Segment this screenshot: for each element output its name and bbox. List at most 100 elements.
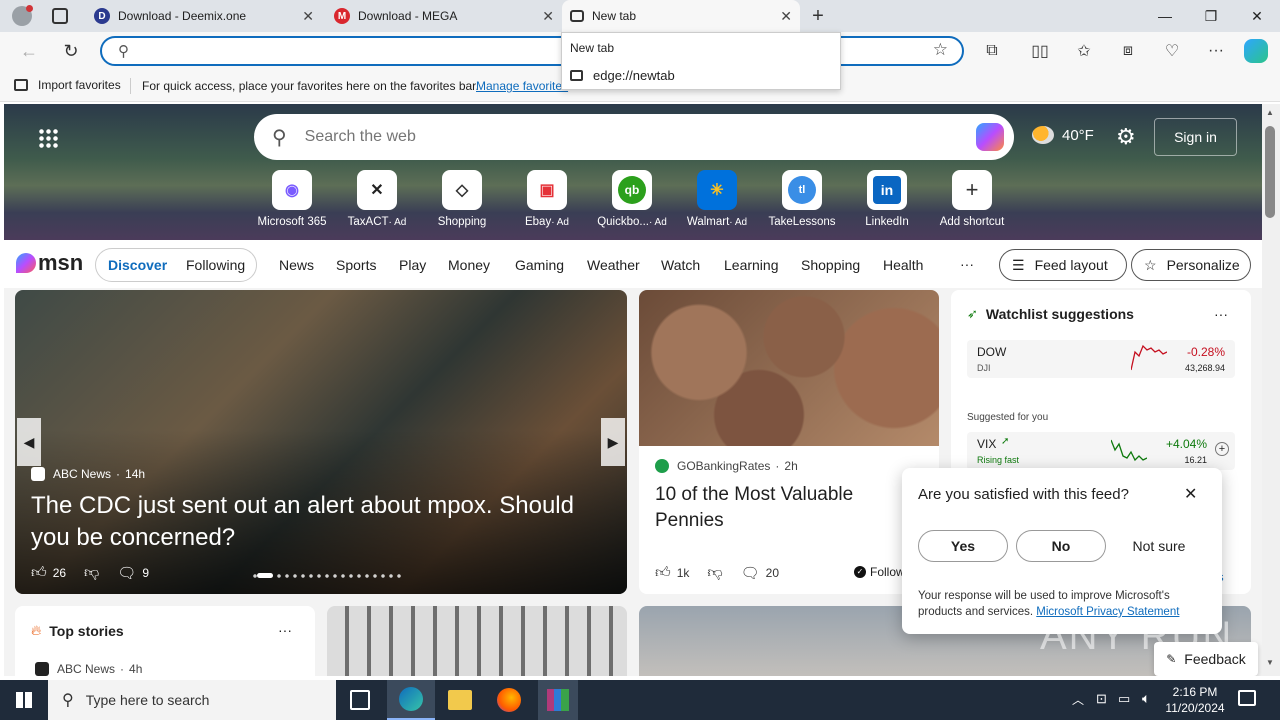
suggestion-item[interactable]: edge://newtab (562, 63, 840, 87)
network-icon[interactable]: ⊡ (1096, 691, 1107, 707)
show-hidden-icons[interactable]: ︿ (1072, 691, 1084, 708)
settings-more-icon[interactable]: ··· (1202, 38, 1230, 64)
close-tab-icon[interactable]: ✕ (302, 8, 314, 25)
clock[interactable]: 2:16 PM 11/20/2024 (1164, 684, 1226, 716)
nav-learning[interactable]: Learning (724, 257, 779, 273)
story-source[interactable]: ABC News · 14h (31, 467, 145, 481)
page-scrollbar[interactable]: ▲ ▼ (1262, 104, 1280, 676)
story-source[interactable]: ABC News · 4h (35, 662, 142, 676)
nav-sports[interactable]: Sports (336, 257, 376, 273)
shortcut-microsoft365[interactable]: ◉ Microsoft 365 (252, 170, 332, 228)
apps-grid-icon[interactable] (38, 128, 58, 148)
close-window-button[interactable]: ✕ (1234, 0, 1280, 32)
carousel-dots[interactable] (251, 574, 401, 578)
survey-no-button[interactable]: No (1016, 530, 1106, 562)
scroll-down-arrow[interactable]: ▼ (1266, 658, 1274, 667)
comment-icon[interactable]: 🗨︎ (117, 564, 136, 582)
scroll-up-arrow[interactable]: ▲ (1266, 108, 1274, 117)
collections-icon[interactable]: ⧈ (1114, 38, 1142, 64)
like-icon[interactable]: 👍︎ (31, 564, 47, 582)
firefox-icon[interactable] (497, 688, 521, 712)
survey-not-sure-button[interactable]: Not sure (1114, 530, 1204, 562)
tab-mega[interactable]: M Download - MEGA ✕ (326, 0, 562, 32)
task-view-icon[interactable] (350, 690, 370, 710)
close-tab-icon[interactable]: ✕ (780, 8, 792, 25)
settings-gear-icon[interactable]: ⚙ (1116, 124, 1136, 150)
new-tab-button[interactable]: + (806, 4, 830, 28)
dislike-icon[interactable]: 👎︎ (707, 564, 722, 582)
story-headline[interactable]: 10 of the Most Valuable Pennies (655, 482, 895, 534)
ethernet-icon[interactable]: ▭ (1118, 691, 1130, 707)
add-to-watchlist-icon[interactable]: + (1215, 442, 1229, 456)
nav-more-icon[interactable]: ··· (960, 256, 974, 272)
scroll-thumb[interactable] (1265, 126, 1275, 218)
main-story-card[interactable]: ◀ ▶ ABC News · 14h The CDC just sent out… (15, 290, 627, 594)
story-headline[interactable]: The CDC just sent out an alert about mpo… (31, 490, 611, 554)
extensions-icon[interactable]: ⧉ (978, 38, 1006, 64)
taskbar-search-box[interactable]: ⚲ Type here to search (48, 680, 336, 720)
web-search-input[interactable] (304, 128, 905, 146)
nav-news[interactable]: News (279, 257, 314, 273)
comment-icon[interactable]: 🗨︎ (741, 564, 760, 582)
nav-weather[interactable]: Weather (587, 257, 640, 273)
datacenter-story-card[interactable] (327, 606, 627, 676)
top-stories-more-icon[interactable]: ··· (278, 622, 292, 638)
tab-discover[interactable]: Discover (108, 257, 167, 273)
nav-shopping[interactable]: Shopping (801, 257, 860, 273)
tab-deemix[interactable]: D Download - Deemix.one ✕ (86, 0, 322, 32)
shortcut-linkedin[interactable]: in LinkedIn (847, 170, 927, 228)
msn-logo[interactable]: msn (16, 250, 83, 276)
restore-button[interactable]: ❐ (1188, 0, 1234, 32)
nav-watch[interactable]: Watch (661, 257, 700, 273)
like-icon[interactable]: 👍︎ (655, 564, 671, 582)
import-favorites[interactable]: Import favorites (14, 78, 121, 92)
shortcut-taxact[interactable]: ✕ TaxACT· Ad (337, 170, 417, 228)
tab-newtab[interactable]: New tab ✕ (562, 0, 800, 32)
weather-widget[interactable]: 40°F (1032, 126, 1094, 144)
close-icon[interactable]: ✕ (1184, 484, 1197, 504)
shortcut-shopping[interactable]: ◇ Shopping (422, 170, 502, 228)
pennies-story-card[interactable]: GOBankingRates · 2h 10 of the Most Valua… (639, 290, 939, 594)
nav-health[interactable]: Health (883, 257, 923, 273)
personalize-button[interactable]: ☆ Personalize (1131, 249, 1251, 281)
volume-icon[interactable]: 🔈︎ (1142, 690, 1150, 707)
watchlist-more-icon[interactable]: ··· (1214, 306, 1228, 322)
dislike-icon[interactable]: 👎︎ (84, 564, 99, 582)
notifications-icon[interactable] (1238, 690, 1256, 706)
file-explorer-icon[interactable] (448, 690, 472, 710)
nav-gaming[interactable]: Gaming (515, 257, 564, 273)
shortcut-add[interactable]: + Add shortcut (932, 170, 1012, 228)
sign-in-button[interactable]: Sign in (1154, 118, 1237, 156)
survey-yes-button[interactable]: Yes (918, 530, 1008, 562)
split-screen-icon[interactable]: ▯▯ (1026, 38, 1054, 64)
shortcut-walmart[interactable]: ✳ Walmart· Ad (677, 170, 757, 228)
stock-row-dow[interactable]: DOW DJI -0.28% 43,268.94 (967, 340, 1235, 378)
nav-money[interactable]: Money (448, 257, 490, 273)
favorites-icon[interactable]: ✩ (1070, 38, 1098, 64)
refresh-button[interactable]: ↻ (56, 36, 86, 66)
web-search-box[interactable]: ⚲ (254, 114, 1014, 160)
shortcut-takelessons[interactable]: tl TakeLessons (762, 170, 842, 228)
close-tab-icon[interactable]: ✕ (542, 8, 554, 25)
tab-following[interactable]: Following (186, 257, 245, 273)
feedback-button[interactable]: ✎ Feedback (1154, 642, 1258, 676)
nav-play[interactable]: Play (399, 257, 426, 273)
tab-actions-icon[interactable] (52, 8, 68, 24)
browser-essentials-icon[interactable]: ♡ (1158, 38, 1186, 64)
follow-button[interactable]: ✓ Follow (854, 565, 905, 579)
copilot-icon[interactable] (1244, 39, 1268, 63)
minimize-button[interactable]: — (1142, 0, 1188, 32)
start-button[interactable] (0, 680, 48, 720)
manage-favorites-link[interactable]: Manage favorites (476, 79, 568, 93)
shortcut-quickbooks[interactable]: qb Quickbo...· Ad (592, 170, 672, 228)
edge-taskbar-icon[interactable] (387, 680, 435, 720)
carousel-prev-button[interactable]: ◀ (17, 418, 41, 466)
stock-row-vix[interactable]: VIX ➚ Rising fast +4.04% 16.21 + (967, 432, 1235, 470)
carousel-next-button[interactable]: ▶ (601, 418, 625, 466)
winrar-icon[interactable] (538, 680, 578, 720)
feed-layout-button[interactable]: ☰ Feed layout (999, 249, 1127, 281)
copilot-icon[interactable] (976, 123, 1004, 151)
back-button[interactable]: ← (14, 36, 44, 66)
favorite-star-icon[interactable]: ☆ (933, 40, 948, 60)
shortcut-ebay[interactable]: ▣ Ebay· Ad (507, 170, 587, 228)
